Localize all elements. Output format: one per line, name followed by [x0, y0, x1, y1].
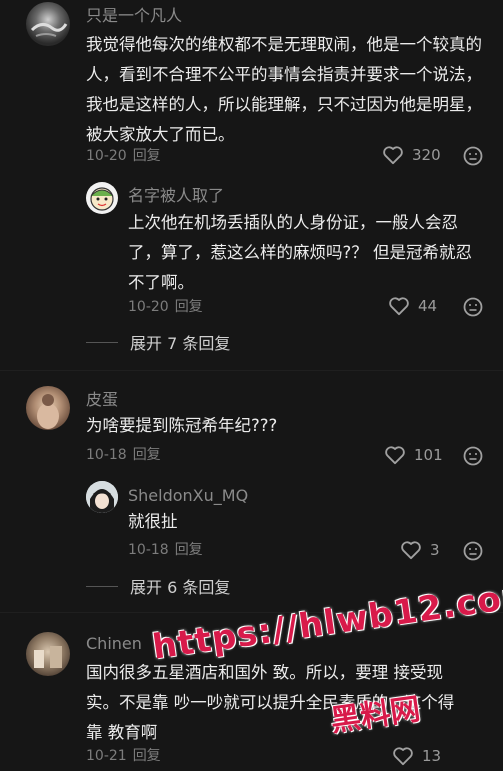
like-button[interactable]: 3	[400, 540, 440, 560]
like-button[interactable]: 44	[388, 296, 437, 316]
comment-username[interactable]: 只是一个凡人	[86, 6, 182, 26]
avatar-image	[37, 394, 59, 429]
reply-button[interactable]: 回复	[133, 148, 161, 164]
like-button[interactable]: 101	[384, 445, 443, 465]
comment-date: 10-20	[86, 148, 127, 164]
heart-icon	[393, 747, 413, 766]
dislike-face-icon	[463, 446, 483, 466]
comment-date: 10-18	[86, 447, 127, 463]
reply-meta: 10-20 回复	[128, 297, 203, 317]
reply-date: 10-20	[128, 299, 169, 315]
like-button[interactable]: 13	[392, 746, 441, 766]
comment-username[interactable]: Chinen	[86, 634, 142, 654]
like-count: 101	[414, 446, 443, 464]
reply-text: 就很扯	[128, 512, 178, 531]
reply-text: 上次他在机场丢插队的人身份证，一般人会忍了，算了，惹这么样的麻烦吗?？ 但是冠希…	[128, 213, 473, 292]
comment-meta: 10-18 回复	[86, 445, 161, 465]
comment-date: 10-21	[86, 748, 127, 764]
like-button[interactable]: 320	[382, 145, 441, 165]
reply-date: 10-18	[128, 542, 169, 558]
dislike-button[interactable]	[462, 541, 484, 565]
dislike-button[interactable]	[462, 297, 484, 321]
reply-username[interactable]: 名字被人取了	[128, 186, 224, 206]
like-count: 13	[422, 747, 442, 765]
heart-icon	[389, 297, 409, 316]
dislike-face-icon	[463, 297, 483, 317]
heart-icon	[385, 446, 405, 465]
expand-replies-label: 展开 6 条回复	[130, 578, 231, 597]
heart-icon	[383, 146, 403, 165]
heart-icon	[401, 541, 421, 560]
dislike-face-icon	[463, 146, 483, 166]
divider-line	[86, 341, 118, 343]
reply-button[interactable]: 回复	[133, 447, 161, 463]
reply-button[interactable]: 回复	[133, 748, 161, 764]
avatar-image	[90, 187, 114, 211]
dislike-face-icon	[463, 541, 483, 561]
like-count: 320	[412, 146, 441, 164]
dislike-button[interactable]	[462, 446, 484, 470]
avatar[interactable]	[26, 632, 70, 676]
comment-text: 为啥要提到陈冠希年纪???	[86, 416, 278, 435]
reply-meta: 10-18 回复	[128, 540, 203, 560]
dislike-button[interactable]	[462, 146, 484, 170]
comment-text: 我觉得他每次的维权都不是无理取闹，他是一个较真的人，看到不合理不公平的事情会指责…	[86, 35, 482, 144]
avatar-image	[86, 481, 118, 513]
reply-avatar[interactable]	[86, 481, 118, 513]
reply-button[interactable]: 回复	[175, 542, 203, 558]
comment-username[interactable]: 皮蛋	[86, 390, 118, 410]
like-count: 44	[418, 297, 438, 315]
reply-button[interactable]: 回复	[175, 299, 203, 315]
avatar[interactable]	[26, 386, 70, 430]
comment-meta: 10-21 回复	[86, 746, 161, 766]
divider-line	[86, 585, 118, 587]
avatar-image	[34, 646, 62, 668]
like-count: 3	[430, 541, 440, 559]
expand-replies-label: 展开 7 条回复	[130, 334, 231, 353]
comment-meta: 10-20 回复	[86, 146, 161, 166]
comment-divider	[0, 370, 503, 371]
avatar[interactable]	[26, 2, 70, 46]
reply-username[interactable]: SheldonXu_MQ	[128, 486, 248, 506]
expand-replies-button[interactable]: 展开 6 条回复	[86, 574, 230, 598]
expand-replies-button[interactable]: 展开 7 条回复	[86, 330, 230, 354]
reply-avatar[interactable]	[86, 182, 118, 214]
avatar-image	[30, 23, 68, 37]
